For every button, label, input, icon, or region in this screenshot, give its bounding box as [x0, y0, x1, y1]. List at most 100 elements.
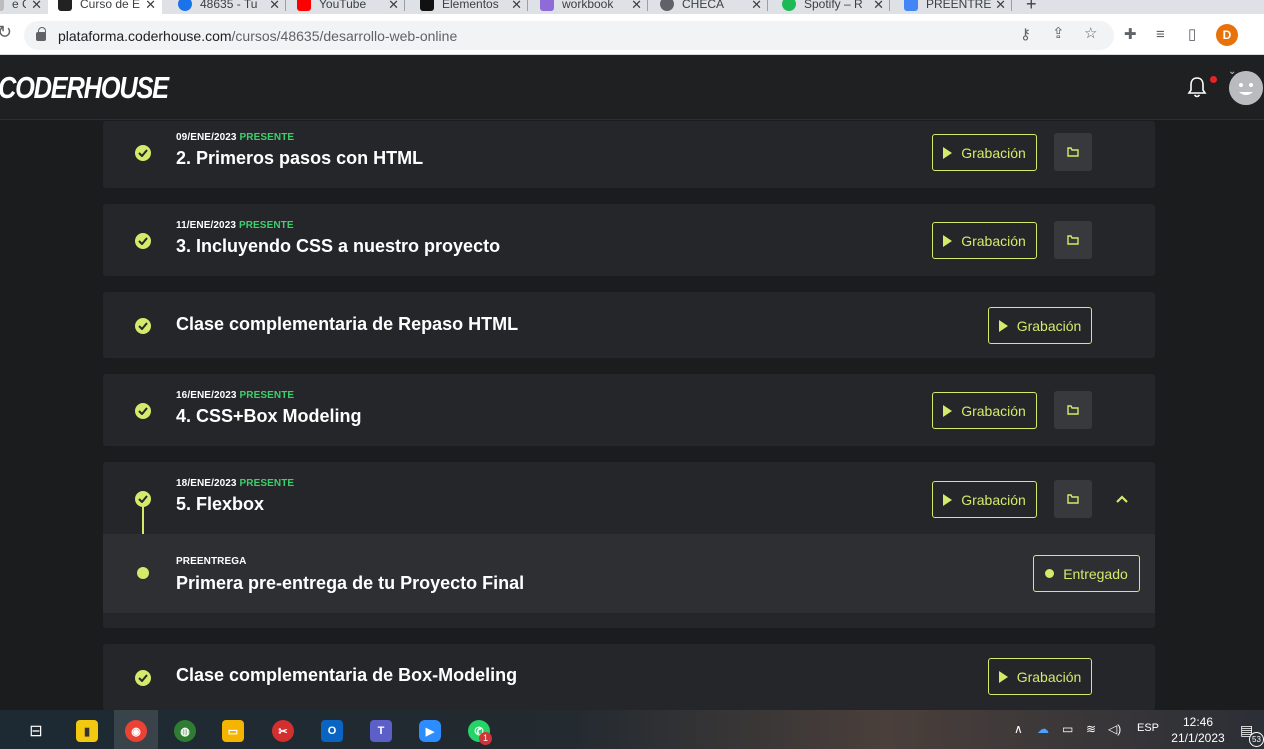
language-indicator[interactable]: ESP: [1137, 722, 1159, 734]
timeline-dot: [137, 567, 149, 579]
power-bi-icon[interactable]: ▮: [76, 720, 98, 742]
volume-icon[interactable]: ◁): [1108, 722, 1121, 736]
youtube-icon: [297, 0, 311, 11]
browser-tab-strip: e C ✕ Curso de E ✕ 48635 - Tu ✕ YouTube …: [0, 0, 1264, 14]
notifications-bell-icon[interactable]: [1186, 75, 1208, 99]
class-meta: 16/ENE/2023 PRESENTE: [176, 390, 295, 401]
bookmark-star-icon[interactable]: ☆: [1084, 26, 1097, 42]
folder-icon: [1067, 494, 1079, 504]
side-panel-icon[interactable]: ▯: [1188, 27, 1196, 43]
browser-tab[interactable]: e C ✕: [0, 0, 48, 14]
recording-button[interactable]: Grabación: [932, 134, 1037, 171]
app-header: CODERHOUSE ⌄: [0, 55, 1264, 120]
notification-count-badge: 53: [1249, 732, 1264, 747]
play-icon: [943, 146, 953, 159]
tab-title: Spotify – R: [804, 0, 863, 11]
close-tab-icon[interactable]: ✕: [631, 0, 642, 13]
class-card: Clase complementaria de Repaso HTML Grab…: [103, 292, 1155, 358]
clock-time: 12:46: [1182, 715, 1214, 729]
wifi-icon[interactable]: ≋: [1086, 722, 1096, 736]
browser-toolbar: ↻ plataforma.coderhouse.com/cursos/48635…: [0, 14, 1264, 55]
browser-tab[interactable]: workbook ✕: [530, 0, 648, 14]
browser-tab[interactable]: 48635 - Tu ✕: [168, 0, 286, 14]
lock-icon[interactable]: [36, 27, 46, 41]
class-title: Clase complementaria de Repaso HTML: [176, 314, 519, 334]
browser-tab[interactable]: Elementos ✕: [410, 0, 528, 14]
browser-tab[interactable]: YouTube ✕: [287, 0, 405, 14]
close-tab-icon[interactable]: ✕: [511, 0, 522, 13]
recording-button[interactable]: Grabación: [932, 222, 1037, 259]
check-circle-icon: [135, 318, 151, 334]
close-tab-icon[interactable]: ✕: [873, 0, 884, 13]
delivered-button[interactable]: Entregado: [1033, 555, 1140, 592]
class-card: 16/ENE/2023 PRESENTE 4. CSS+Box Modeling…: [103, 374, 1155, 446]
check-circle-icon: [135, 670, 151, 686]
user-avatar[interactable]: [1229, 71, 1263, 105]
url-text[interactable]: plataforma.coderhouse.com/cursos/48635/d…: [58, 28, 457, 44]
recording-button[interactable]: Grabación: [932, 392, 1037, 429]
tab-title: workbook: [562, 0, 614, 11]
profile-avatar[interactable]: D: [1216, 24, 1238, 46]
user-face-icon: [1229, 71, 1263, 105]
browser-tab[interactable]: CHECA ✕: [650, 0, 768, 14]
coderhouse-logo[interactable]: CODERHOUSE: [0, 70, 169, 106]
collapse-chevron-up-icon[interactable]: [1112, 489, 1132, 509]
class-card: 09/ENE/2023 PRESENTE 2. Primeros pasos c…: [103, 121, 1155, 188]
deliverable-row: PREENTREGA Primera pre-entrega de tu Pro…: [103, 534, 1155, 613]
folder-button[interactable]: [1054, 221, 1092, 259]
play-icon: [998, 319, 1008, 332]
close-tab-icon[interactable]: ✕: [145, 0, 156, 13]
snipping-tool-icon[interactable]: ✂: [272, 720, 294, 742]
class-meta: 11/ENE/2023 PRESENTE: [176, 220, 294, 231]
extensions-icon[interactable]: ✚: [1124, 27, 1137, 43]
clock[interactable]: 12:46 21/1/2023: [1166, 714, 1230, 746]
battery-icon[interactable]: ▭: [1062, 722, 1073, 736]
chrome-icon[interactable]: ◉: [125, 720, 147, 742]
file-explorer-icon[interactable]: ▭: [222, 720, 244, 742]
reload-icon[interactable]: ↻: [0, 22, 12, 43]
zoom-icon[interactable]: ▶: [419, 720, 441, 742]
tab-title: 48635 - Tu: [200, 0, 258, 11]
recording-button[interactable]: Grabación: [988, 658, 1092, 695]
chevron-up-icon[interactable]: ∧: [1014, 722, 1023, 736]
media-control-icon[interactable]: ≡: [1156, 27, 1165, 43]
close-tab-icon[interactable]: ✕: [751, 0, 762, 13]
key-icon[interactable]: ⚷: [1020, 27, 1031, 43]
play-icon: [998, 670, 1008, 683]
tab-title: Curso de E: [80, 0, 141, 11]
share-icon[interactable]: ⇪: [1052, 26, 1065, 42]
folder-icon: [1067, 147, 1079, 157]
check-circle-icon: [135, 233, 151, 249]
close-tab-icon[interactable]: ✕: [388, 0, 399, 13]
globe-icon[interactable]: ◍: [174, 720, 196, 742]
address-bar[interactable]: plataforma.coderhouse.com/cursos/48635/d…: [24, 21, 1114, 50]
folder-icon: [1067, 235, 1079, 245]
folder-button[interactable]: [1054, 391, 1092, 429]
clock-date: 21/1/2023: [1171, 731, 1225, 745]
browser-tab-active[interactable]: Curso de E ✕: [48, 0, 162, 14]
class-title: Clase complementaria de Box-Modeling: [176, 665, 518, 685]
play-icon: [943, 493, 953, 506]
close-tab-icon[interactable]: ✕: [269, 0, 280, 13]
recording-button[interactable]: Grabación: [988, 307, 1092, 344]
teams-icon[interactable]: T: [370, 720, 392, 742]
class-card: 11/ENE/2023 PRESENTE 3. Incluyendo CSS a…: [103, 204, 1155, 276]
new-tab-button[interactable]: +: [1026, 0, 1046, 14]
folder-button[interactable]: [1054, 133, 1092, 171]
class-title: 5. Flexbox: [176, 494, 265, 514]
class-meta: 18/ENE/2023 PRESENTE: [176, 478, 295, 489]
folder-button[interactable]: [1054, 480, 1092, 518]
tab-title: Elementos: [442, 0, 499, 11]
check-circle-icon: [135, 145, 151, 161]
windows-taskbar: ⊟ ▮ ◉ ◍ ▭ ✂ O T ▶ ✆ 1 ∧ ☁ ▭ ≋ ◁) ESP 12:…: [0, 710, 1264, 749]
spotify-icon: [782, 0, 796, 11]
task-view-icon[interactable]: ⊟: [25, 720, 47, 742]
browser-tab[interactable]: PREENTRE ✕: [894, 0, 1012, 14]
close-tab-icon[interactable]: ✕: [31, 0, 42, 13]
class-title: 3. Incluyendo CSS a nuestro proyecto: [176, 236, 501, 256]
recording-button[interactable]: Grabación: [932, 481, 1037, 518]
onedrive-icon[interactable]: ☁: [1037, 722, 1049, 736]
close-tab-icon[interactable]: ✕: [995, 0, 1006, 13]
browser-tab[interactable]: Spotify – R ✕: [772, 0, 890, 14]
outlook-icon[interactable]: O: [321, 720, 343, 742]
